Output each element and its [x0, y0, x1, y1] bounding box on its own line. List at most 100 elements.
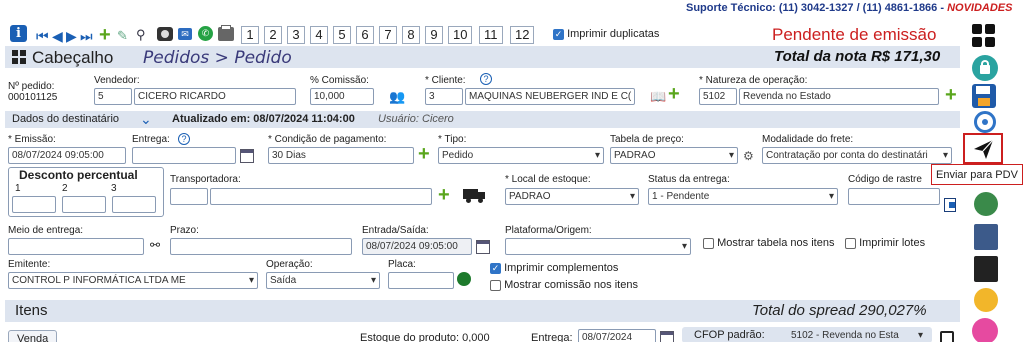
add-transportadora-icon[interactable]: + [438, 185, 450, 205]
entrada-input[interactable]: 08/07/2024 09:05:00 [362, 238, 472, 255]
condicao-input[interactable]: 30 Dias [268, 147, 414, 164]
page-button-4[interactable]: 4 [310, 26, 328, 44]
meio-input[interactable] [8, 238, 144, 255]
tabela-select[interactable]: PADRAO [610, 147, 738, 164]
comissao-input[interactable]: 10,000 [310, 88, 374, 105]
codigo-rastreio-input[interactable] [848, 188, 940, 205]
settings-icon[interactable] [974, 111, 996, 133]
vendedor-code-input[interactable]: 5 [94, 88, 132, 105]
status-entrega-select[interactable]: 1 - Pendente [648, 188, 838, 205]
people-icon[interactable]: 👥 [389, 89, 405, 105]
desconto-1-input[interactable] [12, 196, 56, 213]
cfop-checkbox[interactable] [940, 331, 954, 342]
destinatario-label: Dados do destinatário [12, 113, 120, 125]
breadcrumb: Pedidos > Pedido [143, 48, 292, 68]
transportadora-name-input[interactable] [210, 188, 432, 205]
plataforma-select[interactable] [505, 238, 691, 255]
mostrar-comissao-option[interactable]: Mostrar comissão nos itens [490, 279, 638, 291]
local-select[interactable]: PADRAO [505, 188, 639, 205]
grid-menu-icon[interactable] [972, 24, 996, 48]
transportadora-code-input[interactable] [170, 188, 208, 205]
chevron-down-icon[interactable]: ⌄ [140, 112, 152, 126]
edit-icon[interactable]: ✎ [117, 28, 128, 44]
last-record-icon[interactable]: ⏭ [80, 28, 93, 45]
page-button-7[interactable]: 7 [379, 26, 397, 44]
cliente-code-input[interactable]: 3 [425, 88, 463, 105]
truck-icon[interactable] [463, 187, 487, 203]
print-duplicates-checkbox[interactable]: ✓ [553, 28, 564, 40]
mostrar-tabela-option[interactable]: Mostrar tabela nos itens [703, 237, 834, 249]
globe-icon[interactable] [972, 318, 998, 342]
camera-icon[interactable] [157, 27, 173, 41]
meio-label: Meio de entrega: [8, 225, 84, 236]
cfop-select[interactable]: 5102 - Revenda no Esta [788, 328, 926, 342]
page-button-5[interactable]: 5 [333, 26, 351, 44]
vendedor-name-input[interactable]: CICERO RICARDO [134, 88, 296, 105]
venda-button[interactable]: Venda [8, 330, 58, 342]
tipo-select[interactable]: Pedido [438, 147, 604, 164]
mostrar-comissao-checkbox[interactable] [490, 279, 501, 291]
print-duplicates-option[interactable]: ✓ Imprimir duplicatas [553, 28, 659, 40]
barcode-icon[interactable] [974, 256, 998, 282]
sales-icon[interactable] [974, 224, 998, 250]
add-natureza-icon[interactable]: + [945, 85, 957, 105]
page-button-11[interactable]: 11 [479, 26, 503, 44]
page-button-3[interactable]: 3 [287, 26, 305, 44]
lock-icon[interactable] [972, 55, 998, 81]
cliente-name-input[interactable]: MAQUINAS NEUBERGER IND E C( [465, 88, 635, 105]
page-button-1[interactable]: 1 [241, 26, 259, 44]
modalidade-select[interactable]: Contratação por conta do destinatári [762, 147, 952, 164]
entrada-calendar-icon[interactable] [476, 240, 490, 254]
whatsapp-icon[interactable]: ✆ [198, 26, 213, 41]
vendedor-label: Vendedor: [94, 75, 140, 86]
email-icon[interactable]: ✉ [178, 28, 192, 40]
entrega-input[interactable] [132, 147, 236, 164]
send-pdv-tooltip: Enviar para PDV [931, 164, 1023, 185]
imprimir-lotes-checkbox[interactable] [845, 237, 856, 249]
desconto-2-input[interactable] [62, 196, 106, 213]
add-icon[interactable]: + [99, 25, 111, 45]
desconto-3-input[interactable] [112, 196, 156, 213]
save-icon[interactable] [972, 84, 996, 108]
calendar-icon[interactable] [240, 149, 254, 163]
prazo-input[interactable] [170, 238, 352, 255]
emissao-input[interactable]: 08/07/2024 09:05:00 [8, 147, 126, 164]
natureza-name-input[interactable]: Revenda no Estado [739, 88, 939, 105]
next-record-icon[interactable]: ▶ [66, 28, 77, 45]
page-button-2[interactable]: 2 [264, 26, 282, 44]
operacao-select[interactable]: Saída [266, 272, 380, 289]
binoculars-icon[interactable]: ⚯ [150, 238, 160, 252]
help-icon[interactable]: ? [480, 73, 492, 85]
page-button-8[interactable]: 8 [402, 26, 420, 44]
add-client-icon[interactable]: + [668, 84, 680, 104]
document-icon[interactable] [944, 198, 956, 212]
emitente-select[interactable]: CONTROL P INFORMÁTICA LTDA ME [8, 272, 258, 289]
page-button-10[interactable]: 10 [448, 26, 473, 44]
itens-entrega-input[interactable]: 08/07/2024 [578, 329, 656, 342]
imprimir-lotes-option[interactable]: Imprimir lotes [845, 237, 925, 249]
mostrar-tabela-checkbox[interactable] [703, 237, 714, 249]
printer-icon[interactable] [218, 25, 234, 41]
natureza-code-input[interactable]: 5102 [699, 88, 737, 105]
send-pdv-button[interactable] [963, 133, 1003, 164]
total-nota: Total da nota R$ 171,30 [774, 48, 941, 65]
search-money-icon[interactable] [974, 288, 998, 312]
imprimir-complementos-option[interactable]: ✓ Imprimir complementos [490, 262, 618, 274]
support-info: Suporte Técnico: (11) 3042-1327 / (11) 4… [686, 2, 1012, 14]
placa-input[interactable] [388, 272, 454, 289]
imprimir-complementos-checkbox[interactable]: ✓ [490, 262, 501, 274]
itens-calendar-icon[interactable] [660, 331, 674, 342]
gear-green-icon[interactable] [974, 192, 998, 216]
novidades-link[interactable]: NOVIDADES [947, 2, 1012, 14]
coins-icon[interactable]: ⚙ [743, 149, 754, 163]
page-button-12[interactable]: 12 [510, 26, 535, 44]
book-icon[interactable]: 📖 [650, 89, 666, 105]
page-button-6[interactable]: 6 [356, 26, 374, 44]
page-button-9[interactable]: 9 [425, 26, 443, 44]
previous-record-icon[interactable]: ◀ [52, 28, 63, 45]
add-condicao-icon[interactable]: + [418, 144, 430, 164]
entrega-help-icon[interactable]: ? [178, 133, 190, 145]
network-icon[interactable]: ⚲ [136, 27, 146, 43]
info-icon[interactable]: i [10, 25, 27, 42]
first-record-icon[interactable]: ⏮ [36, 28, 49, 45]
